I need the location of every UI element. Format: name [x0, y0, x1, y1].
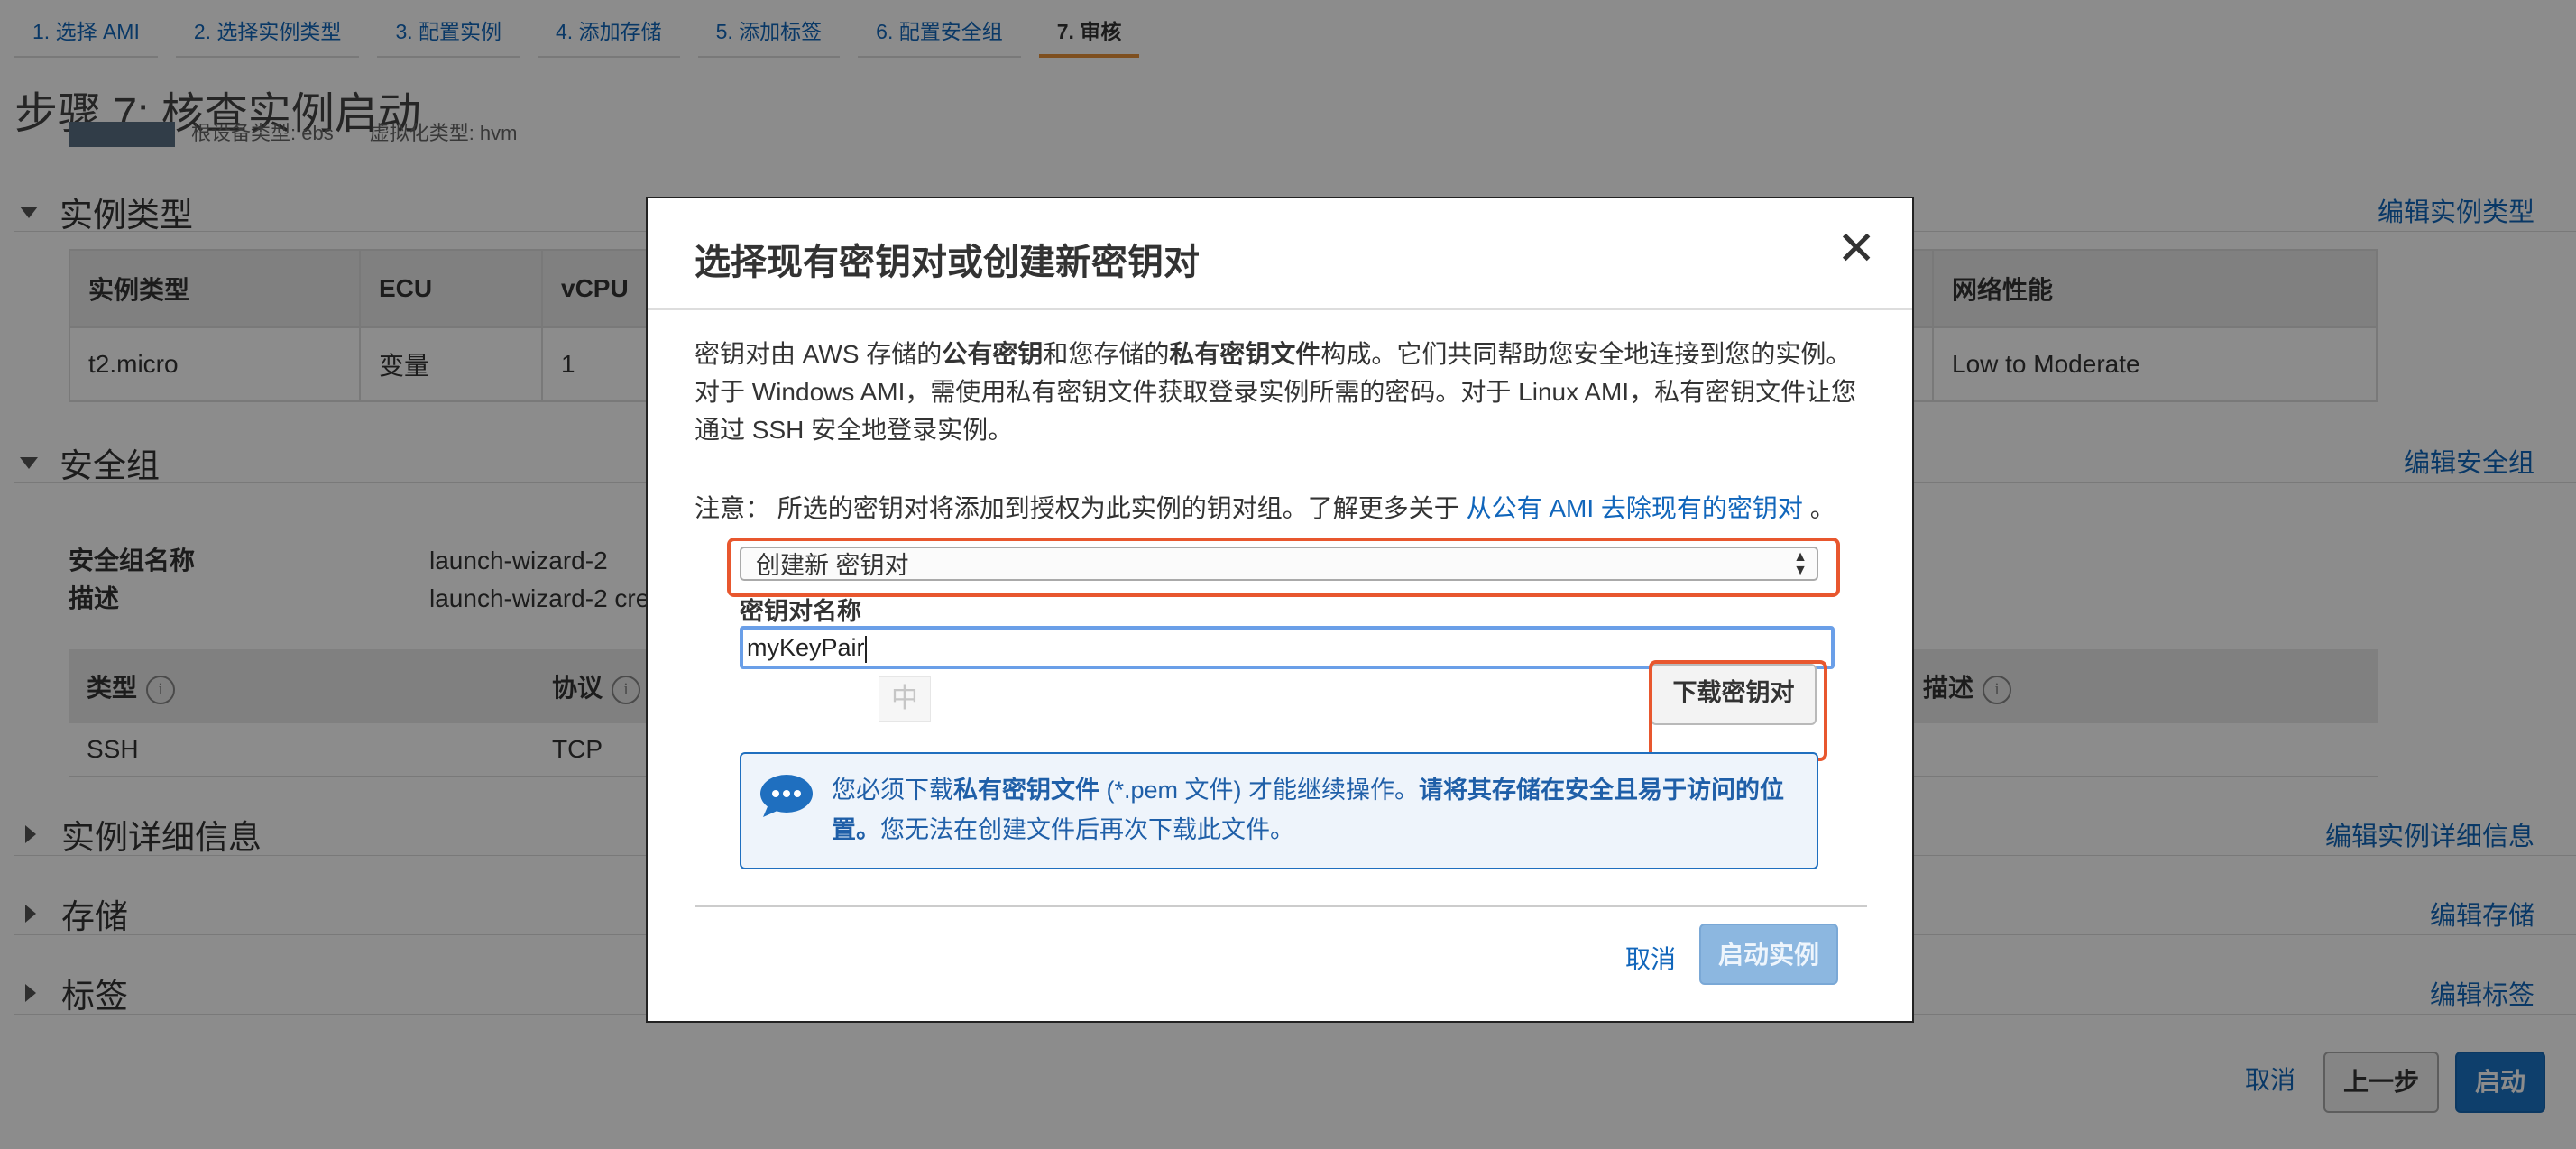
- highlight-frame-select: [727, 538, 1840, 597]
- dialog-cancel-button[interactable]: 取消: [1625, 940, 1676, 976]
- launch-instance-button[interactable]: 启动实例: [1699, 924, 1838, 985]
- dialog-header: 选择现有密钥对或创建新密钥对 ✕: [648, 198, 1912, 310]
- key-pair-name-value: myKeyPair: [747, 634, 865, 661]
- dialog-note: 注意： 所选的密钥对将添加到授权为此实例的钥对组。了解更多关于 从公有 AMI …: [695, 489, 1835, 525]
- close-icon[interactable]: ✕: [1836, 225, 1876, 272]
- dialog-title: 选择现有密钥对或创建新密钥对: [695, 243, 1200, 282]
- download-info-alert: 您必须下载私有密钥文件 (*.pem 文件) 才能继续操作。请将其存储在安全且易…: [740, 752, 1818, 869]
- dialog-footer-divider: [695, 905, 1867, 907]
- text-cursor: [864, 635, 867, 663]
- remove-key-pair-link[interactable]: 从公有 AMI 去除现有的密钥对: [1467, 494, 1803, 522]
- alert-text: 您必须下载私有密钥文件 (*.pem 文件) 才能继续操作。请将其存储在安全且易…: [832, 777, 1785, 843]
- dialog-description: 密钥对由 AWS 存储的公有密钥和您存储的私有密钥文件构成。它们共同帮助您安全地…: [695, 340, 1857, 444]
- ime-indicator: 中: [879, 676, 931, 722]
- key-pair-dialog: 选择现有密钥对或创建新密钥对 ✕ 密钥对由 AWS 存储的公有密钥和您存储的私有…: [646, 197, 1914, 1023]
- key-pair-name-label: 密钥对名称: [740, 598, 861, 625]
- highlight-frame-download: [1649, 660, 1827, 761]
- chat-bubble-icon: [760, 775, 813, 817]
- note-prefix: 注意：: [695, 494, 771, 522]
- note-suffix: 。: [1809, 494, 1835, 522]
- note-text: 所选的密钥对将添加到授权为此实例的钥对组。了解更多关于: [777, 494, 1459, 522]
